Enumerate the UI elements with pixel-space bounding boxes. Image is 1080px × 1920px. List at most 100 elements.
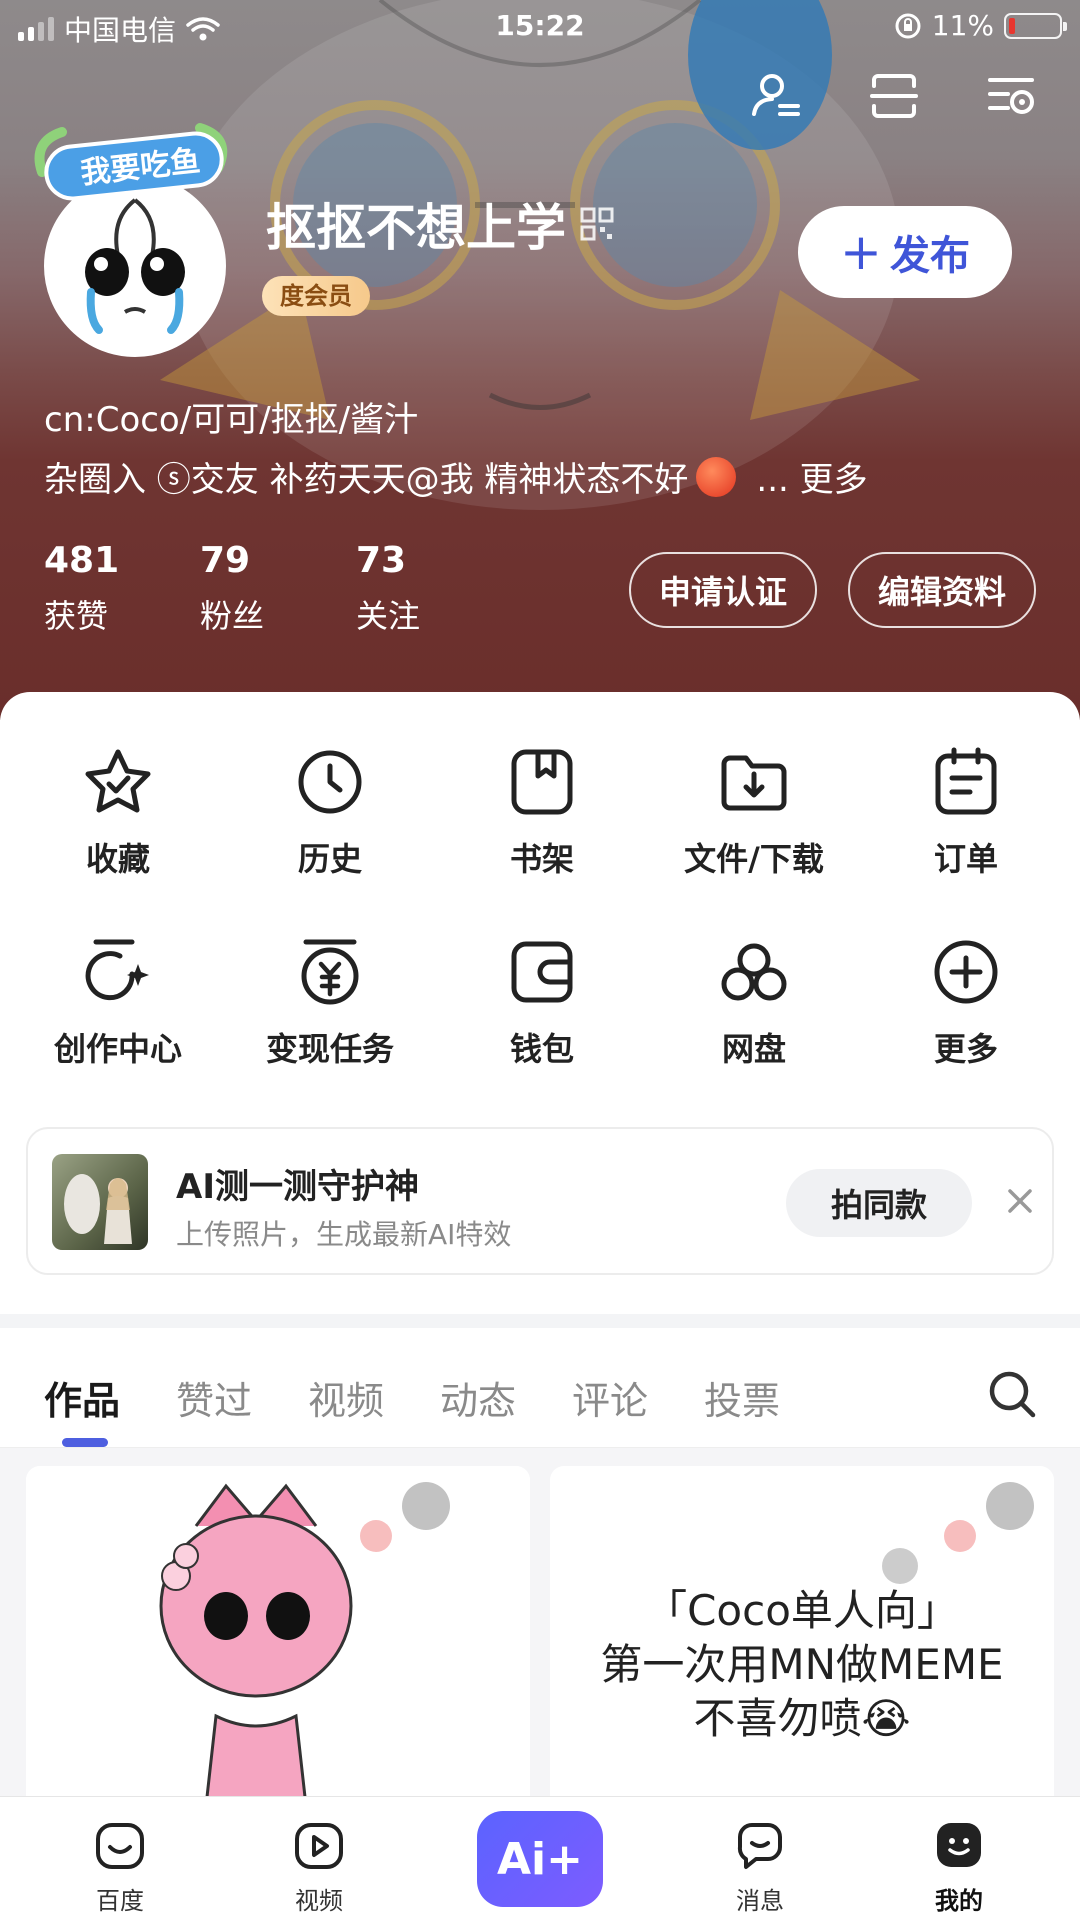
status-right: 11% xyxy=(894,9,1067,42)
battery-percent: 11% xyxy=(931,9,994,42)
grid-item-label: 历史 xyxy=(297,840,362,878)
publish-label: 发布 xyxy=(889,233,970,279)
add-friend-icon[interactable] xyxy=(748,68,804,124)
stat-label: 获赞 xyxy=(44,597,109,635)
feed-text-line: 第一次用MN做MEME xyxy=(600,1640,1004,1689)
close-icon[interactable] xyxy=(1000,1181,1040,1221)
nav-video[interactable]: 视频 xyxy=(259,1817,379,1916)
tab-comments[interactable]: 评论 xyxy=(572,1370,648,1425)
tab-works[interactable]: 作品 xyxy=(44,1370,120,1425)
services-row: 创作中心 变现任务 钱包 网盘 更多 xyxy=(0,934,1080,1124)
avatar-frame-badge: 我要吃鱼 xyxy=(22,112,244,208)
promo-image xyxy=(64,1174,132,1244)
rotation-lock-icon xyxy=(895,13,921,38)
nav-label: 消息 xyxy=(736,1887,784,1915)
tab-videos[interactable]: 视频 xyxy=(308,1370,384,1425)
promo-thumbnail xyxy=(52,1154,148,1250)
angry-emoji-icon xyxy=(696,456,737,497)
grid-item-bookshelf[interactable]: 书架 xyxy=(436,744,648,934)
stat-likes[interactable]: 481 获赞 xyxy=(44,540,200,637)
grid-item-files-download[interactable]: 文件/下载 xyxy=(648,744,860,934)
battery-icon xyxy=(1004,12,1067,39)
username: 抠抠不想上学 xyxy=(266,188,614,260)
content-tabs: 作品 赞过 视频 动态 评论 投票 xyxy=(0,1328,1080,1448)
qr-code-icon[interactable] xyxy=(580,207,614,241)
grid-item-label: 书架 xyxy=(509,840,574,878)
section-divider xyxy=(0,1314,1080,1328)
grid-item-more[interactable]: 更多 xyxy=(860,934,1072,1124)
ai-plus-button[interactable]: Ai+ xyxy=(477,1811,603,1907)
video-icon xyxy=(295,1823,343,1869)
feed-card-text: 「Coco单人向」 第一次用MN做MEME 不喜勿喷😭 xyxy=(550,1584,1054,1746)
grid-item-orders[interactable]: 订单 xyxy=(860,744,1072,934)
plus-circle-icon xyxy=(934,940,998,1004)
nav-home[interactable]: 百度 xyxy=(60,1817,180,1916)
grid-item-label: 网盘 xyxy=(721,1030,786,1068)
nav-label: 百度 xyxy=(96,1887,144,1915)
works-feed: 「Coco单人向」 第一次用MN做MEME 不喜勿喷😭 xyxy=(0,1448,1080,1806)
grid-item-label: 钱包 xyxy=(509,1030,574,1068)
feed-text-line: 不喜勿喷😭 xyxy=(693,1694,911,1743)
plus-icon: + xyxy=(840,223,882,281)
tab-votes[interactable]: 投票 xyxy=(704,1370,780,1425)
publish-button[interactable]: + 发布 xyxy=(798,206,1012,298)
nav-me[interactable]: 我的 xyxy=(899,1817,1019,1916)
profile-header: 中国电信 15:22 11% 我要吃鱼 抠抠不想上学 度会员 + 发布 cn:C… xyxy=(0,0,1080,720)
grid-item-label: 收藏 xyxy=(85,840,150,878)
feed-card[interactable]: 「Coco单人向」 第一次用MN做MEME 不喜勿喷😭 xyxy=(550,1466,1054,1806)
order-icon xyxy=(935,747,997,815)
grid-item-label: 更多 xyxy=(933,1030,998,1068)
try-same-button[interactable]: 拍同款 xyxy=(786,1169,972,1237)
grid-item-wallet[interactable]: 钱包 xyxy=(436,934,648,1124)
settings-icon[interactable] xyxy=(984,68,1040,124)
grid-item-history[interactable]: 历史 xyxy=(224,744,436,934)
grid-item-creation-center[interactable]: 创作中心 xyxy=(12,934,224,1124)
active-tab-indicator xyxy=(62,1438,108,1447)
grid-item-label: 文件/下载 xyxy=(684,840,824,878)
bookshelf-icon xyxy=(511,749,573,815)
grid-item-label: 订单 xyxy=(933,840,998,878)
tab-dynamics[interactable]: 动态 xyxy=(440,1370,516,1425)
apply-verification-button[interactable]: 申请认证 xyxy=(629,552,817,628)
nav-messages[interactable]: 消息 xyxy=(700,1817,820,1916)
stat-label: 粉丝 xyxy=(200,597,265,635)
tab-liked[interactable]: 赞过 xyxy=(176,1370,252,1425)
cloud-disk-icon xyxy=(721,943,787,1001)
grid-item-favorites[interactable]: 收藏 xyxy=(12,744,224,934)
me-icon xyxy=(937,1823,981,1867)
bio-text: 杂圈入 ⓢ交友 补药天天@我 精神状态不好 xyxy=(44,460,689,500)
promo-title: AI测一测守护神 xyxy=(176,1167,419,1207)
monetize-icon xyxy=(301,939,359,1005)
profile-stats: 481 获赞 79 粉丝 73 关注 xyxy=(44,540,512,637)
star-icon xyxy=(85,749,151,813)
bottom-navigation: 百度 视频 Ai+ 消息 我的 xyxy=(0,1796,1080,1920)
bio-line-1: cn:Coco/可可/抠抠/酱汁 xyxy=(44,400,419,440)
grid-item-monetize-tasks[interactable]: 变现任务 xyxy=(224,934,436,1124)
feed-thumbnail xyxy=(26,1466,530,1806)
stat-following[interactable]: 73 关注 xyxy=(356,540,512,637)
bio-more-link[interactable]: ... 更多 xyxy=(756,452,867,501)
stat-followers[interactable]: 79 粉丝 xyxy=(200,540,356,637)
stat-label: 关注 xyxy=(356,597,421,635)
bio-line-2[interactable]: 杂圈入 ⓢ交友 补药天天@我 精神状态不好 ... 更多 xyxy=(44,452,868,501)
feed-card[interactable] xyxy=(26,1466,530,1806)
username-text: 抠抠不想上学 xyxy=(266,199,566,257)
download-folder-icon xyxy=(721,755,787,811)
stat-value: 79 xyxy=(200,540,251,581)
grid-item-label: 创作中心 xyxy=(53,1030,182,1068)
edit-profile-button[interactable]: 编辑资料 xyxy=(848,552,1036,628)
services-grid: 收藏 历史 书架 文件/下载 订单 创作中心 变现任务 钱包 网盘 更多 xyxy=(0,744,1080,1124)
stat-value: 481 xyxy=(44,540,120,581)
vip-badge[interactable]: 度会员 xyxy=(262,276,370,316)
ai-promo-banner[interactable]: AI测一测守护神 上传照片，生成最新AI特效 拍同款 xyxy=(26,1127,1054,1275)
header-actions xyxy=(748,68,1040,124)
wallet-icon xyxy=(511,941,573,1003)
grid-item-label: 变现任务 xyxy=(265,1030,394,1068)
scan-icon[interactable] xyxy=(866,68,922,124)
grid-item-cloud-disk[interactable]: 网盘 xyxy=(648,934,860,1124)
creation-icon xyxy=(85,939,149,1001)
baidu-home-icon xyxy=(96,1823,144,1869)
stat-value: 73 xyxy=(356,540,407,581)
feed-text-line: 「Coco单人向」 xyxy=(645,1586,959,1635)
search-icon[interactable] xyxy=(986,1368,1038,1420)
